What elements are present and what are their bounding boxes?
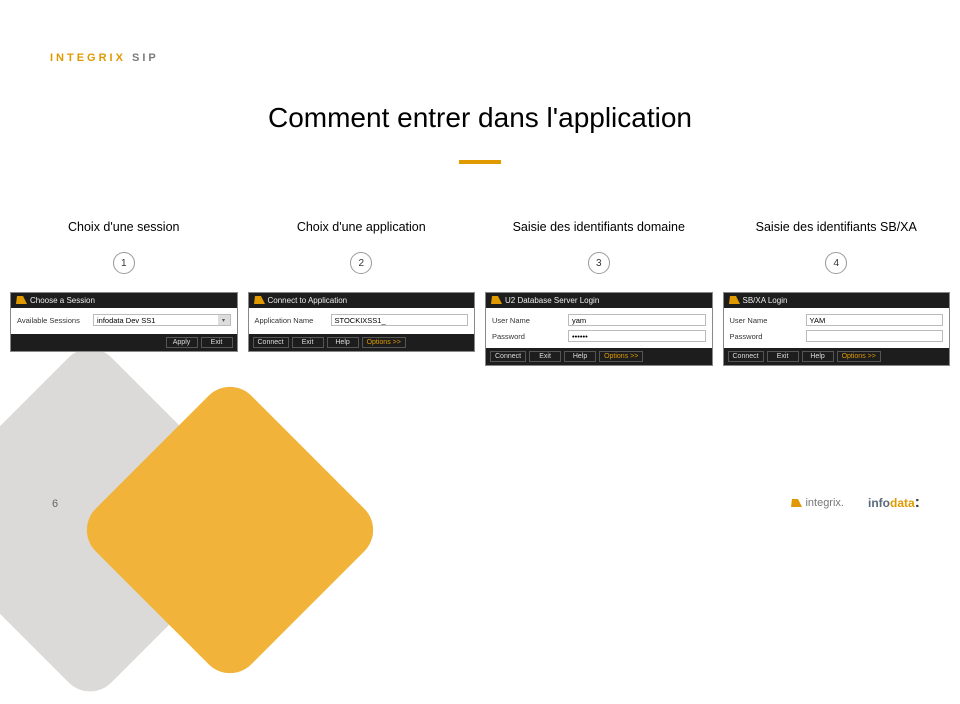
- options-button[interactable]: Options >>: [362, 337, 406, 348]
- field-label: Password: [492, 332, 562, 341]
- application-name-row: Application Name STOCKIXSS1_: [255, 314, 469, 326]
- dialog-body: Application Name STOCKIXSS1_: [249, 308, 475, 334]
- dialog-buttons: Connect Exit Help Options >>: [724, 348, 950, 365]
- field-label: User Name: [492, 316, 562, 325]
- dialog-title-text: U2 Database Server Login: [505, 296, 707, 305]
- dialog-title-text: SB/XA Login: [743, 296, 945, 305]
- sessions-dropdown[interactable]: infodata Dev SS1 ▾: [93, 314, 231, 326]
- exit-button[interactable]: Exit: [767, 351, 799, 362]
- password-input[interactable]: [806, 330, 944, 342]
- dialog-connect-application: Connect to Application Application Name …: [248, 292, 476, 352]
- password-input[interactable]: ••••••: [568, 330, 706, 342]
- chevron-down-icon: ▾: [218, 315, 230, 325]
- step-2-number: 2: [350, 252, 372, 274]
- application-name-input[interactable]: STOCKIXSS1_: [331, 314, 469, 326]
- step-1: Choix d'une session 1 Choose a Session A…: [10, 220, 238, 366]
- infodata-logo: infodata:: [868, 494, 920, 512]
- step-2-label: Choix d'une application: [297, 220, 426, 234]
- options-button[interactable]: Options >>: [837, 351, 881, 362]
- dialog-body: Available Sessions infodata Dev SS1 ▾: [11, 308, 237, 334]
- dialog-sbxa-login: SB/XA Login User Name YAM Password Conne…: [723, 292, 951, 366]
- connect-button[interactable]: Connect: [253, 337, 289, 348]
- apply-button[interactable]: Apply: [166, 337, 198, 348]
- step-1-number: 1: [113, 252, 135, 274]
- field-label: User Name: [730, 316, 800, 325]
- options-button[interactable]: Options >>: [599, 351, 643, 362]
- app-icon: [16, 296, 26, 305]
- dropdown-value: infodata Dev SS1: [94, 315, 218, 325]
- brand-main: INTEGRIX: [50, 52, 126, 64]
- infodata-logo-part2: data: [890, 496, 915, 510]
- dialog-titlebar: SB/XA Login: [724, 293, 950, 308]
- help-button[interactable]: Help: [327, 337, 359, 348]
- dialog-body: User Name YAM Password: [724, 308, 950, 348]
- dialog-title-text: Choose a Session: [30, 296, 232, 305]
- connect-button[interactable]: Connect: [728, 351, 764, 362]
- slide-number: 6: [52, 498, 58, 510]
- step-3: Saisie des identifiants domaine 3 U2 Dat…: [485, 220, 713, 366]
- step-1-label: Choix d'une session: [68, 220, 179, 234]
- app-icon: [491, 296, 501, 305]
- field-label: Application Name: [255, 316, 325, 325]
- brand-sub: SIP: [132, 52, 159, 64]
- infodata-logo-colon: :: [915, 494, 920, 511]
- footer-logos: integrix. infodata:: [791, 494, 920, 512]
- integrix-icon: [791, 499, 801, 508]
- available-sessions-row: Available Sessions infodata Dev SS1 ▾: [17, 314, 231, 326]
- dialog-body: User Name yam Password ••••••: [486, 308, 712, 348]
- help-button[interactable]: Help: [802, 351, 834, 362]
- dialog-title-text: Connect to Application: [268, 296, 470, 305]
- field-label: Available Sessions: [17, 316, 87, 325]
- dialog-buttons: Connect Exit Help Options >>: [486, 348, 712, 365]
- dialog-titlebar: U2 Database Server Login: [486, 293, 712, 308]
- dialog-u2-login: U2 Database Server Login User Name yam P…: [485, 292, 713, 366]
- connect-button[interactable]: Connect: [490, 351, 526, 362]
- dialog-buttons: Apply Exit: [11, 334, 237, 351]
- app-icon: [254, 296, 264, 305]
- username-row: User Name YAM: [730, 314, 944, 326]
- exit-button[interactable]: Exit: [201, 337, 233, 348]
- help-button[interactable]: Help: [564, 351, 596, 362]
- page-title: Comment entrer dans l'application: [0, 102, 960, 134]
- integrix-logo: integrix.: [791, 497, 844, 509]
- step-2: Choix d'une application 2 Connect to App…: [248, 220, 476, 366]
- username-input[interactable]: YAM: [806, 314, 944, 326]
- dialog-titlebar: Connect to Application: [249, 293, 475, 308]
- app-icon: [729, 296, 739, 305]
- exit-button[interactable]: Exit: [292, 337, 324, 348]
- field-label: Password: [730, 332, 800, 341]
- step-3-label: Saisie des identifiants domaine: [513, 220, 685, 234]
- dialog-buttons: Connect Exit Help Options >>: [249, 334, 475, 351]
- exit-button[interactable]: Exit: [529, 351, 561, 362]
- username-input[interactable]: yam: [568, 314, 706, 326]
- integrix-logo-text: integrix.: [805, 497, 844, 509]
- title-underline: [459, 160, 501, 164]
- step-3-number: 3: [588, 252, 610, 274]
- password-row: Password ••••••: [492, 330, 706, 342]
- brand-header: INTEGRIX SIP: [50, 52, 159, 64]
- username-row: User Name yam: [492, 314, 706, 326]
- infodata-logo-part1: info: [868, 496, 890, 510]
- steps-row: Choix d'une session 1 Choose a Session A…: [10, 220, 950, 366]
- step-4-label: Saisie des identifiants SB/XA: [756, 220, 917, 234]
- step-4: Saisie des identifiants SB/XA 4 SB/XA Lo…: [723, 220, 951, 366]
- password-row: Password: [730, 330, 944, 342]
- dialog-titlebar: Choose a Session: [11, 293, 237, 308]
- step-4-number: 4: [825, 252, 847, 274]
- dialog-choose-session: Choose a Session Available Sessions info…: [10, 292, 238, 352]
